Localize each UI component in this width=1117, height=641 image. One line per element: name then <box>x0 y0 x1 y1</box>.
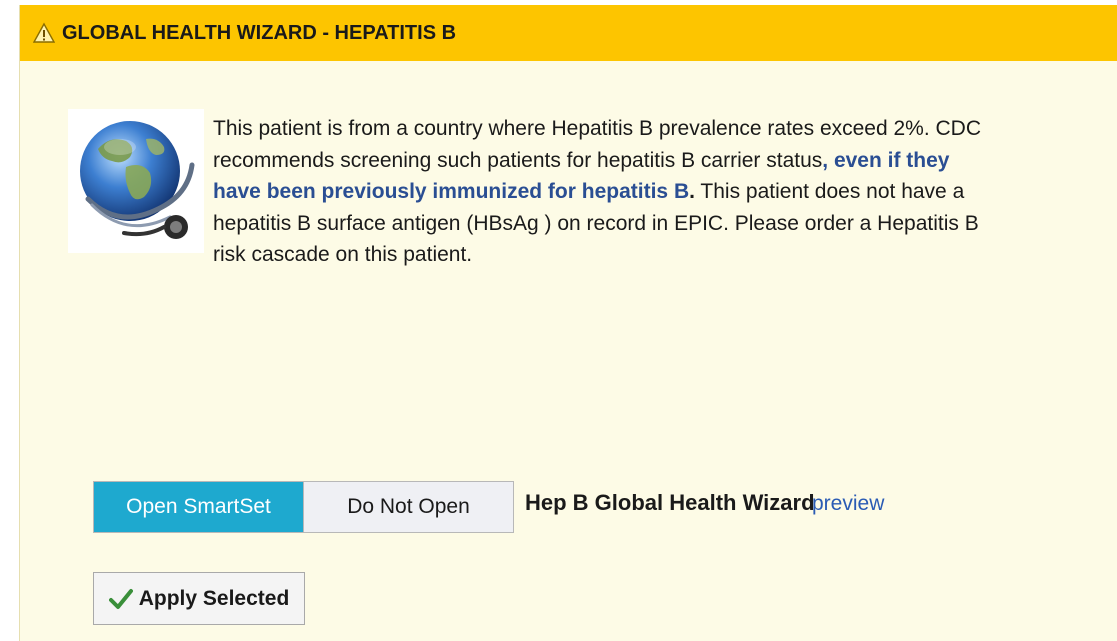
smartset-name: Hep B Global Health Wizard <box>525 490 815 515</box>
preview-link[interactable]: preview <box>812 492 884 516</box>
dialog-title: GLOBAL HEALTH WIZARD - HEPATITIS B <box>62 21 457 44</box>
wizard-dialog: GLOBAL HEALTH WIZARD - HEPATITIS B This … <box>19 5 1117 641</box>
apply-selected-label: Apply Selected <box>138 586 290 610</box>
wizard-message: This patient is from a country where Hep… <box>213 113 1003 271</box>
checkmark-icon <box>108 588 133 609</box>
warning-triangle-icon <box>33 22 55 43</box>
dialog-titlebar: GLOBAL HEALTH WIZARD - HEPATITIS B <box>20 5 1117 61</box>
apply-selected-button[interactable]: Apply Selected <box>93 572 305 625</box>
smartset-option-group: Open SmartSet Do Not Open <box>93 481 514 533</box>
do-not-open-button[interactable]: Do Not Open <box>303 482 513 532</box>
open-smartset-button[interactable]: Open SmartSet <box>94 482 303 532</box>
globe-stethoscope-image <box>68 109 204 253</box>
